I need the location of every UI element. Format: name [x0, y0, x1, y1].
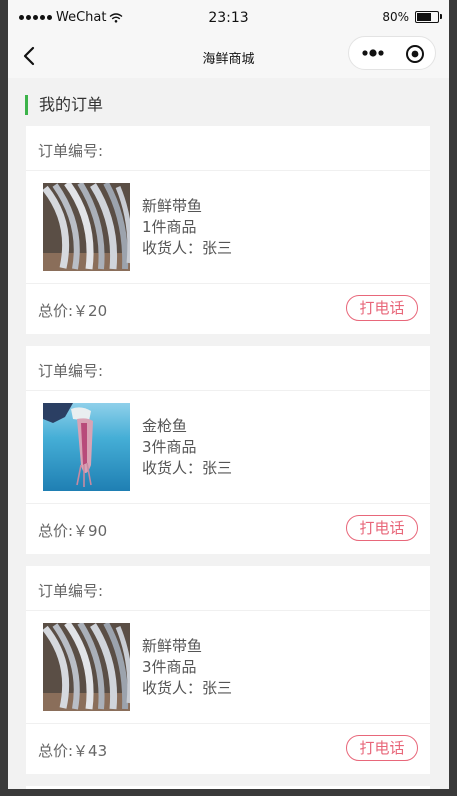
product-name: 金枪鱼: [142, 417, 188, 435]
divider: [26, 503, 430, 504]
battery-level: [417, 13, 432, 21]
total-price: 总价:￥20: [38, 302, 108, 320]
receiver: 收货人：张三: [142, 239, 233, 257]
section-title: 我的订单: [25, 95, 103, 115]
total-price: 总价:￥43: [38, 742, 108, 760]
order-card: 订单编号: 新鲜带鱼 1件商品 收货人：张三 总价:￥20 打电话: [26, 126, 430, 334]
more-dots-icon[interactable]: [359, 45, 389, 61]
battery-icon: [415, 11, 442, 23]
product-image-hairtail[interactable]: [43, 183, 130, 271]
order-number-label: 订单编号:: [38, 582, 104, 600]
order-card-partial: [26, 786, 430, 789]
phone-screen: WeChat 23:13 80% 海鲜商城 我的订单 订单编号: 新鲜带鱼 1件…: [8, 0, 449, 789]
mini-program-capsule: [348, 36, 436, 70]
receiver: 收货人：张三: [142, 459, 233, 477]
item-count: 3件商品: [142, 438, 197, 456]
divider: [26, 723, 430, 724]
order-info: 新鲜带鱼 1件商品 收货人：张三: [142, 196, 232, 259]
receiver: 收货人：张三: [142, 679, 233, 697]
order-card: 订单编号: 金枪鱼 3件商品 收货人：张三 总价:￥90 打电话: [26, 346, 430, 554]
order-info: 新鲜带鱼 3件商品 收货人：张三: [142, 636, 232, 699]
squid-sea-image: [43, 403, 130, 491]
divider: [26, 283, 430, 284]
order-header: 订单编号:: [26, 346, 430, 391]
product-image-squid[interactable]: [43, 403, 130, 491]
close-target-icon[interactable]: [405, 44, 425, 64]
order-number-label: 订单编号:: [38, 362, 104, 380]
call-button[interactable]: 打电话: [346, 515, 418, 541]
status-bar: WeChat 23:13 80%: [8, 0, 449, 36]
order-number-label: 订单编号:: [38, 142, 104, 160]
item-count: 1件商品: [142, 218, 197, 236]
product-name: 新鲜带鱼: [142, 637, 203, 655]
battery-percent: 80%: [382, 10, 409, 24]
hairtail-fish-image: [43, 183, 130, 271]
hairtail-fish-image: [43, 623, 130, 711]
total-price: 总价:￥90: [38, 522, 108, 540]
order-card: 订单编号: 新鲜带鱼 3件商品 收货人：张三 总价:￥43 打电话: [26, 566, 430, 774]
product-name: 新鲜带鱼: [142, 197, 203, 215]
order-info: 金枪鱼 3件商品 收货人：张三: [142, 416, 232, 479]
status-right: 80%: [382, 10, 442, 24]
nav-bar: 海鲜商城: [8, 36, 449, 78]
order-header: 订单编号:: [26, 566, 430, 611]
order-header: 订单编号:: [26, 126, 430, 171]
item-count: 3件商品: [142, 658, 197, 676]
call-button[interactable]: 打电话: [346, 735, 418, 761]
product-image-hairtail[interactable]: [43, 623, 130, 711]
call-button[interactable]: 打电话: [346, 295, 418, 321]
